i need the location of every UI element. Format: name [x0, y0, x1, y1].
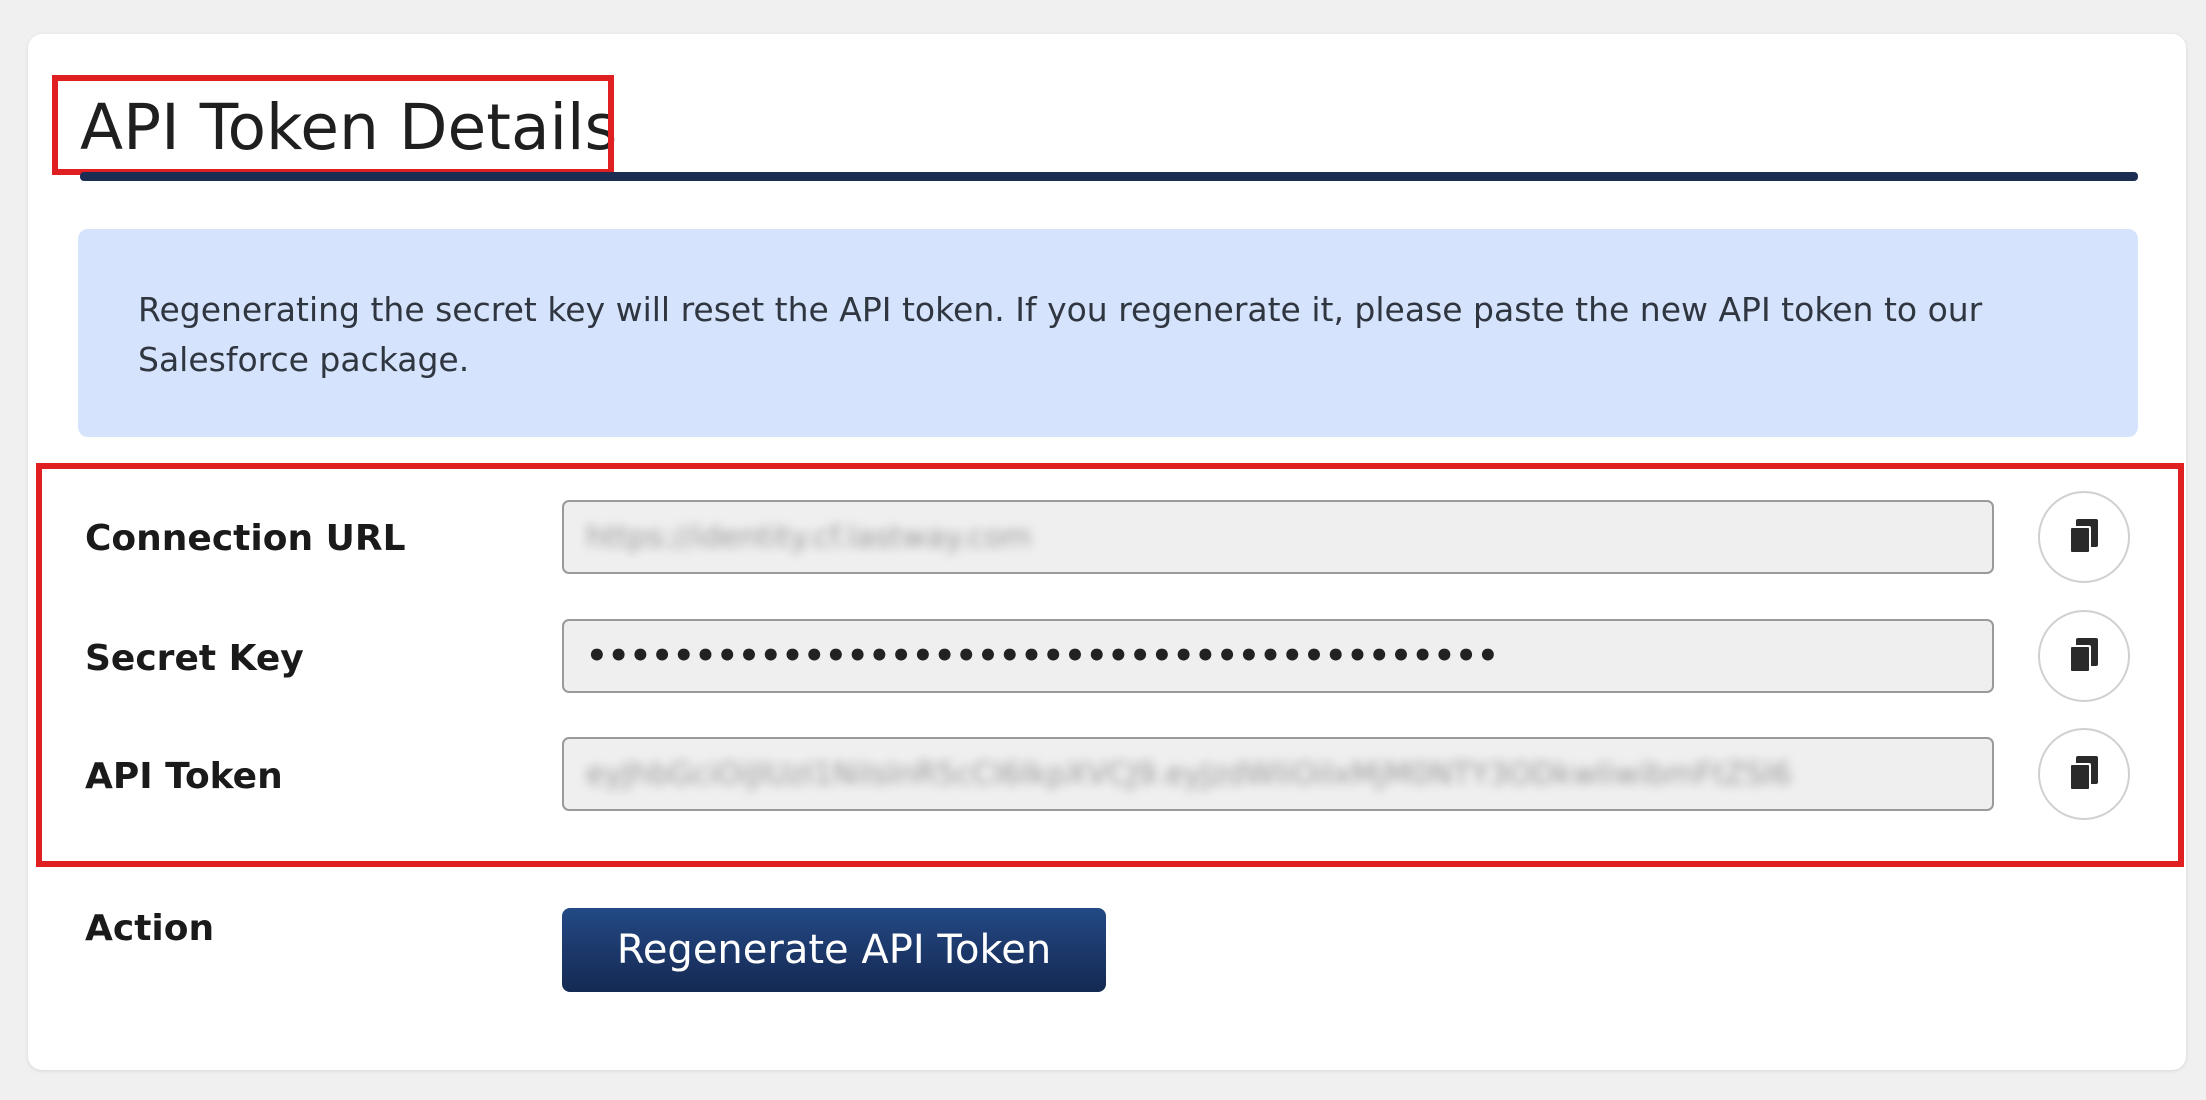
copy-connection-url-button[interactable]: [2038, 491, 2130, 583]
copy-secret-key-button[interactable]: [2038, 610, 2130, 702]
copy-icon: [2066, 517, 2102, 557]
title-highlight-box: [52, 75, 614, 175]
title-underline: [80, 172, 2138, 181]
info-alert-text: Regenerating the secret key will reset t…: [138, 290, 1983, 379]
connection-url-value: https://identity.cf.lastway.com: [586, 519, 1032, 555]
api-token-label: API Token: [85, 756, 283, 797]
secret-key-value: ••••••••••••••••••••••••••••••••••••••••…: [586, 636, 1499, 676]
copy-api-token-button[interactable]: [2038, 728, 2130, 820]
regenerate-api-token-button[interactable]: Regenerate API Token: [562, 908, 1106, 992]
info-alert: Regenerating the secret key will reset t…: [78, 229, 2138, 437]
secret-key-label: Secret Key: [85, 638, 304, 679]
copy-icon: [2066, 636, 2102, 676]
api-token-field[interactable]: eyJhbGciOiJIUzI1NiIsInR5cCI6IkpXVCJ9.eyJ…: [562, 737, 1994, 811]
connection-url-field[interactable]: https://identity.cf.lastway.com: [562, 500, 1994, 574]
secret-key-field[interactable]: ••••••••••••••••••••••••••••••••••••••••…: [562, 619, 1994, 693]
connection-url-label: Connection URL: [85, 518, 406, 559]
api-token-value: eyJhbGciOiJIUzI1NiIsInR5cCI6IkpXVCJ9.eyJ…: [586, 756, 1792, 792]
action-label: Action: [85, 908, 215, 949]
copy-icon: [2066, 754, 2102, 794]
